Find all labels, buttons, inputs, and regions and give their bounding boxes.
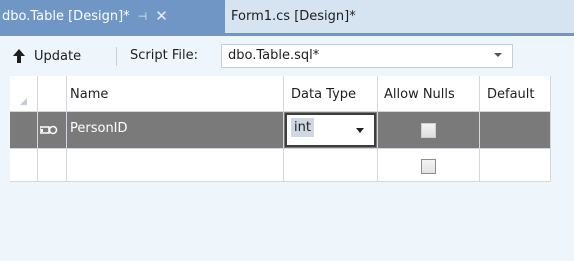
column-header-data-type[interactable]: Data Type <box>291 76 356 112</box>
script-file-label: Script File: <box>130 48 198 63</box>
grid-line <box>479 76 480 182</box>
column-header-allow-nulls[interactable]: Allow Nulls <box>384 76 455 112</box>
up-arrow-icon <box>13 49 25 63</box>
grid-line <box>550 76 551 182</box>
toolbar-separator <box>116 47 117 66</box>
key-icon <box>40 125 58 135</box>
update-button[interactable]: Update <box>12 44 81 68</box>
grid-line <box>377 76 378 182</box>
data-type-value: int <box>291 118 314 137</box>
pin-icon[interactable]: ⊣ <box>138 10 148 23</box>
data-type-dropdown[interactable]: int <box>285 113 376 147</box>
script-file-dropdown[interactable]: dbo.Table.sql* <box>221 44 513 68</box>
designer-toolbar: Update Script File: dbo.Table.sql* <box>0 36 574 76</box>
table-design-grid: Name Data Type Allow Nulls Default Perso… <box>10 76 551 182</box>
allow-nulls-checkbox[interactable] <box>421 159 436 174</box>
update-label: Update <box>34 48 82 64</box>
grid-line <box>66 76 67 182</box>
column-header-default[interactable]: Default <box>487 76 535 112</box>
table-row[interactable]: PersonID int <box>10 112 551 148</box>
tab-dbo-table-design[interactable]: dbo.Table [Design]* ⊣ ✕ <box>0 0 225 33</box>
column-name-cell[interactable]: PersonID <box>70 121 128 136</box>
grid-line <box>37 76 38 182</box>
allow-nulls-checkbox[interactable] <box>421 123 436 138</box>
new-row-name-cell[interactable] <box>70 148 285 182</box>
document-tab-strip: dbo.Table [Design]* ⊣ ✕ Form1.cs [Design… <box>0 0 574 33</box>
grid-line <box>283 76 284 182</box>
grid-line <box>10 148 551 149</box>
grid-line <box>10 181 551 182</box>
grid-line <box>10 111 551 112</box>
tab-label: Form1.cs [Design]* <box>231 9 356 24</box>
tab-form1-design[interactable]: Form1.cs [Design]* <box>229 0 409 33</box>
chevron-down-icon[interactable] <box>494 53 502 57</box>
chevron-down-icon[interactable] <box>356 128 364 133</box>
script-file-value: dbo.Table.sql* <box>228 48 320 63</box>
select-all-corner[interactable] <box>20 98 27 105</box>
column-header-name[interactable]: Name <box>70 76 108 112</box>
tab-label: dbo.Table [Design]* <box>2 9 130 24</box>
close-icon[interactable]: ✕ <box>155 9 168 24</box>
